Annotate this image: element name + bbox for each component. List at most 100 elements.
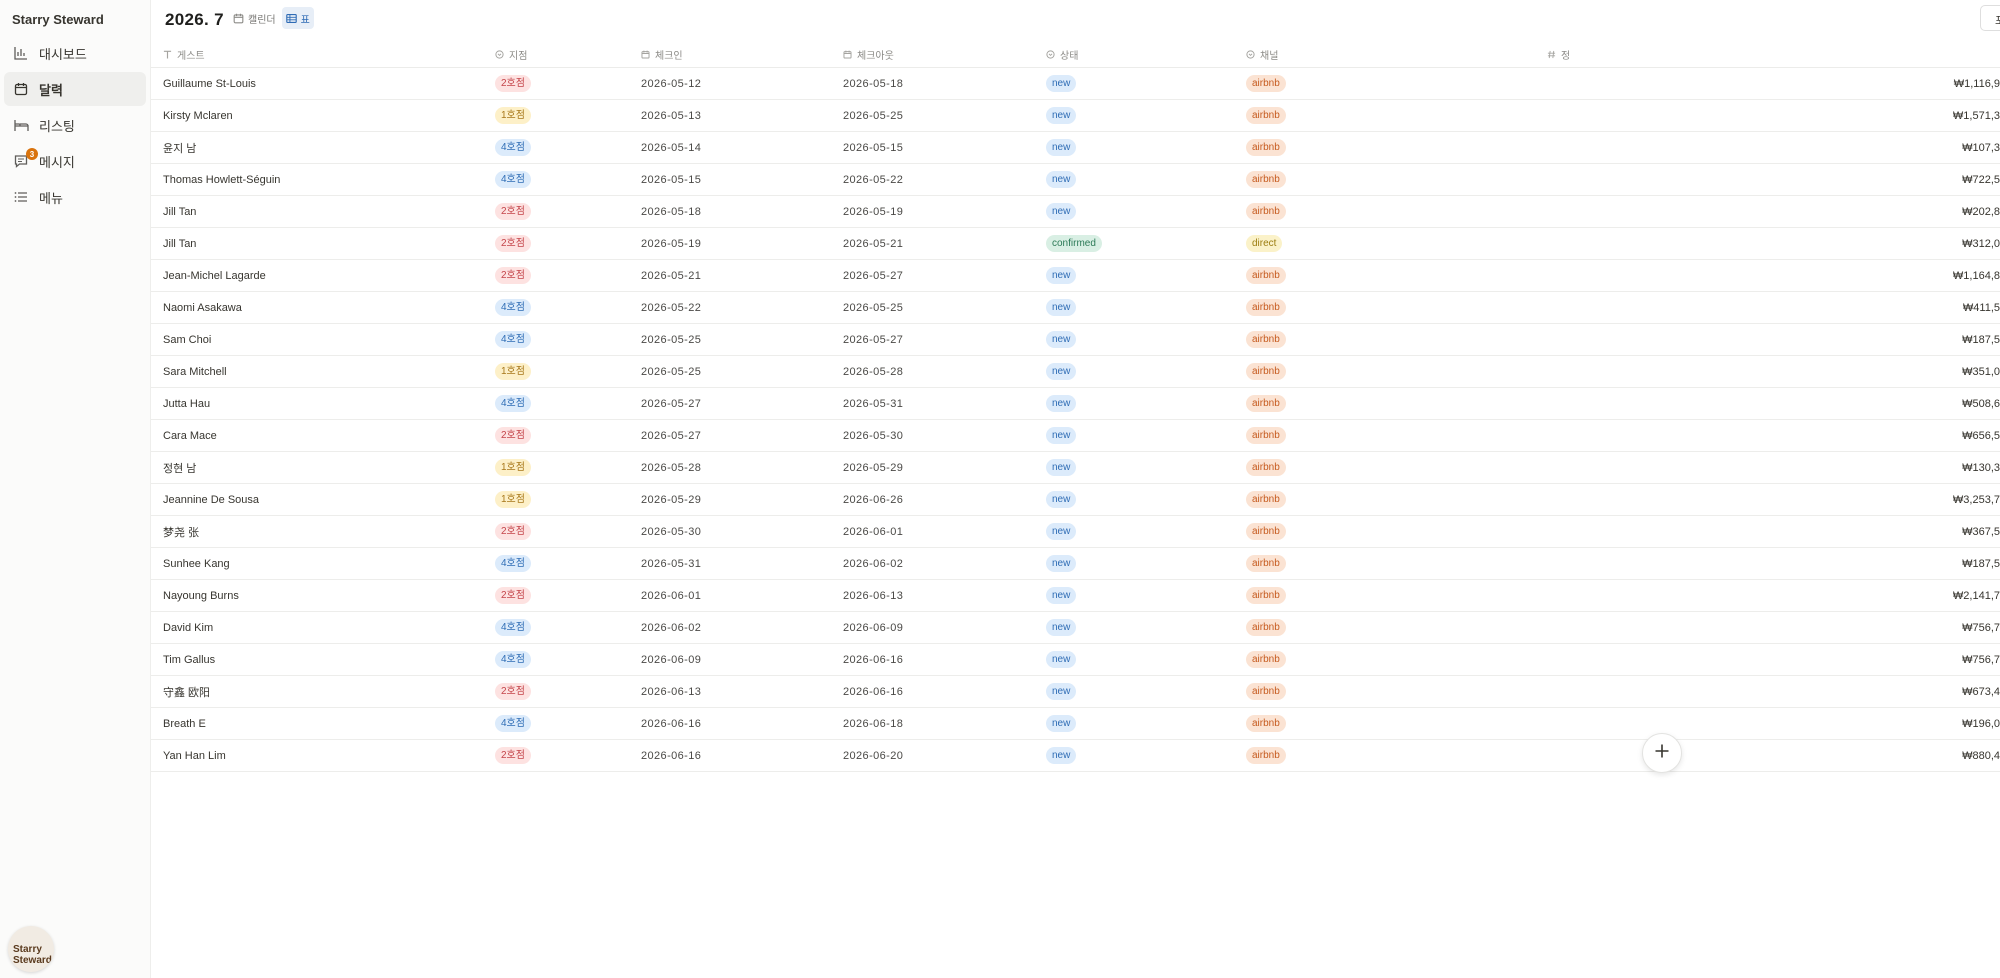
avatar[interactable]: Starry Steward: [8, 926, 54, 972]
status-badge: new: [1046, 523, 1077, 540]
guest-name[interactable]: 守鑫 欧阳: [163, 676, 210, 707]
guest-name[interactable]: Yan Han Lim: [163, 740, 226, 771]
table-row[interactable]: Naomi Asakawa 4호점 2026-05-22 2026-05-25 new a…: [151, 292, 2000, 324]
sidebar-item-listing[interactable]: 리스팅: [4, 108, 146, 142]
status-badge: new: [1046, 491, 1077, 508]
guest-name[interactable]: Sunhee Kang: [163, 548, 230, 579]
checkout-date: 2026-06-01: [843, 525, 904, 538]
guest-name[interactable]: Thomas Howlett-Séguin: [163, 164, 280, 195]
channel-cell: airbnb: [1246, 292, 1286, 323]
sidebar-item-menu[interactable]: 메뉴: [4, 180, 146, 214]
guest-name[interactable]: Guillaume St-Louis: [163, 68, 256, 99]
status-cell: new: [1046, 388, 1077, 419]
table-row[interactable]: Yan Han Lim 2호점 2026-06-16 2026-06-20 new air…: [151, 740, 2000, 772]
channel-cell: airbnb: [1246, 644, 1286, 675]
column-header-branch[interactable]: 지점: [495, 47, 527, 62]
view-toggle: 캘린더 표: [229, 7, 316, 29]
amount-value: ₩202,8: [1962, 205, 2000, 218]
amount-value: ₩196,0: [1962, 717, 2000, 730]
guest-name[interactable]: Jean-Michel Lagarde: [163, 260, 266, 291]
checkout-date: 2026-06-16: [843, 653, 904, 666]
sidebar-item-calendar[interactable]: 달력: [4, 72, 146, 106]
guest-name[interactable]: Naomi Asakawa: [163, 292, 242, 323]
table-row[interactable]: Jill Tan 2호점 2026-05-19 2026-05-21 confirmed…: [151, 228, 2000, 260]
guest-name[interactable]: Sam Choi: [163, 324, 211, 355]
table-row[interactable]: Sunhee Kang 4호점 2026-05-31 2026-06-02 new air…: [151, 548, 2000, 580]
view-calendar-button[interactable]: 캘린더: [229, 7, 280, 29]
guest-name[interactable]: Sara Mitchell: [163, 356, 227, 387]
branch-pill: 2호점: [495, 235, 531, 252]
status-cell: new: [1046, 580, 1077, 611]
status-badge: new: [1046, 363, 1077, 380]
channel-cell: airbnb: [1246, 68, 1286, 99]
branch-pill: 4호점: [495, 715, 531, 732]
guest-name[interactable]: David Kim: [163, 612, 213, 643]
channel-badge: airbnb: [1246, 619, 1286, 636]
guest-name[interactable]: Jill Tan: [163, 228, 196, 259]
table-row[interactable]: David Kim 4호점 2026-06-02 2026-06-09 new airbn…: [151, 612, 2000, 644]
channel-cell: airbnb: [1246, 164, 1286, 195]
status-cell: new: [1046, 196, 1077, 227]
column-header-checkin[interactable]: 체크인: [641, 47, 683, 62]
status-badge: new: [1046, 299, 1077, 316]
branch-cell: 4호점: [495, 644, 531, 675]
table-row[interactable]: 정현 남 1호점 2026-05-28 2026-05-29 new airbnb ₩130…: [151, 452, 2000, 484]
column-header-status[interactable]: 상태: [1046, 47, 1078, 62]
amount-value: ₩656,5: [1962, 429, 2000, 442]
table-row[interactable]: Thomas Howlett-Séguin 4호점 2026-05-15 2026-0…: [151, 164, 2000, 196]
guest-name[interactable]: Nayoung Burns: [163, 580, 239, 611]
top-right-button[interactable]: 포: [1980, 5, 2000, 31]
hash-icon: [1547, 50, 1556, 59]
table-row[interactable]: Jeannine De Sousa 1호점 2026-05-29 2026-06-26…: [151, 484, 2000, 516]
guest-name[interactable]: Jill Tan: [163, 196, 196, 227]
guest-name[interactable]: Breath E: [163, 708, 206, 739]
table-row[interactable]: Jill Tan 2호점 2026-05-18 2026-05-19 new airbnb…: [151, 196, 2000, 228]
guest-name[interactable]: Jeannine De Sousa: [163, 484, 259, 515]
sidebar-item-dashboard[interactable]: 대시보드: [4, 36, 146, 70]
brand-title: Starry Steward: [12, 12, 104, 27]
table-row[interactable]: Sara Mitchell 1호점 2026-05-25 2026-05-28 new a…: [151, 356, 2000, 388]
table-row[interactable]: 梦尧 张 2호점 2026-05-30 2026-06-01 new airbnb ₩367…: [151, 516, 2000, 548]
sidebar-item-messages[interactable]: 3 메시지: [4, 144, 146, 178]
guest-name[interactable]: 梦尧 张: [163, 516, 199, 547]
table-row[interactable]: Breath E 4호점 2026-06-16 2026-06-18 new airbnb…: [151, 708, 2000, 740]
branch-cell: 4호점: [495, 548, 531, 579]
table-row[interactable]: Nayoung Burns 2호점 2026-06-01 2026-06-13 new a…: [151, 580, 2000, 612]
guest-name[interactable]: Tim Gallus: [163, 644, 215, 675]
status-badge: new: [1046, 171, 1077, 188]
table-row[interactable]: Sam Choi 4호점 2026-05-25 2026-05-27 new airbnb…: [151, 324, 2000, 356]
branch-pill: 2호점: [495, 75, 531, 92]
column-header-amount[interactable]: 정: [1547, 47, 1570, 62]
table-row[interactable]: 守鑫 欧阳 2호점 2026-06-13 2026-06-16 new airbnb ₩67…: [151, 676, 2000, 708]
branch-cell: 4호점: [495, 708, 531, 739]
add-reservation-button[interactable]: [1642, 733, 1682, 773]
amount-value: ₩3,253,7: [1952, 493, 2000, 506]
guest-name[interactable]: Kirsty Mclaren: [163, 100, 233, 131]
guest-name[interactable]: Jutta Hau: [163, 388, 210, 419]
status-cell: new: [1046, 356, 1077, 387]
view-table-button[interactable]: 표: [281, 7, 314, 29]
table-row[interactable]: Cara Mace 2호점 2026-05-27 2026-05-30 new airbn…: [151, 420, 2000, 452]
status-cell: new: [1046, 100, 1077, 131]
table-row[interactable]: Jean-Michel Lagarde 2호점 2026-05-21 2026-05-…: [151, 260, 2000, 292]
guest-name[interactable]: 정현 남: [163, 452, 196, 483]
guest-name[interactable]: 윤지 남: [163, 132, 196, 163]
status-badge: new: [1046, 267, 1077, 284]
column-header-checkout[interactable]: 체크아웃: [843, 47, 894, 62]
channel-cell: airbnb: [1246, 708, 1286, 739]
column-header-guest[interactable]: 게스트: [163, 47, 205, 62]
branch-cell: 4호점: [495, 388, 531, 419]
channel-cell: airbnb: [1246, 452, 1286, 483]
column-header-channel[interactable]: 채널: [1246, 47, 1278, 62]
table-row[interactable]: Kirsty Mclaren 1호점 2026-05-13 2026-05-25 new…: [151, 100, 2000, 132]
branch-cell: 4호점: [495, 324, 531, 355]
table-row[interactable]: 윤지 남 4호점 2026-05-14 2026-05-15 new airbnb ₩107…: [151, 132, 2000, 164]
table-row[interactable]: Guillaume St-Louis 2호점 2026-05-12 2026-05-1…: [151, 68, 2000, 100]
table-row[interactable]: Jutta Hau 4호점 2026-05-27 2026-05-31 new airbn…: [151, 388, 2000, 420]
status-badge: new: [1046, 555, 1077, 572]
checkout-date: 2026-05-19: [843, 205, 904, 218]
guest-name[interactable]: Cara Mace: [163, 420, 217, 451]
status-cell: new: [1046, 644, 1077, 675]
status-cell: new: [1046, 516, 1077, 547]
table-row[interactable]: Tim Gallus 4호점 2026-06-09 2026-06-16 new airb…: [151, 644, 2000, 676]
